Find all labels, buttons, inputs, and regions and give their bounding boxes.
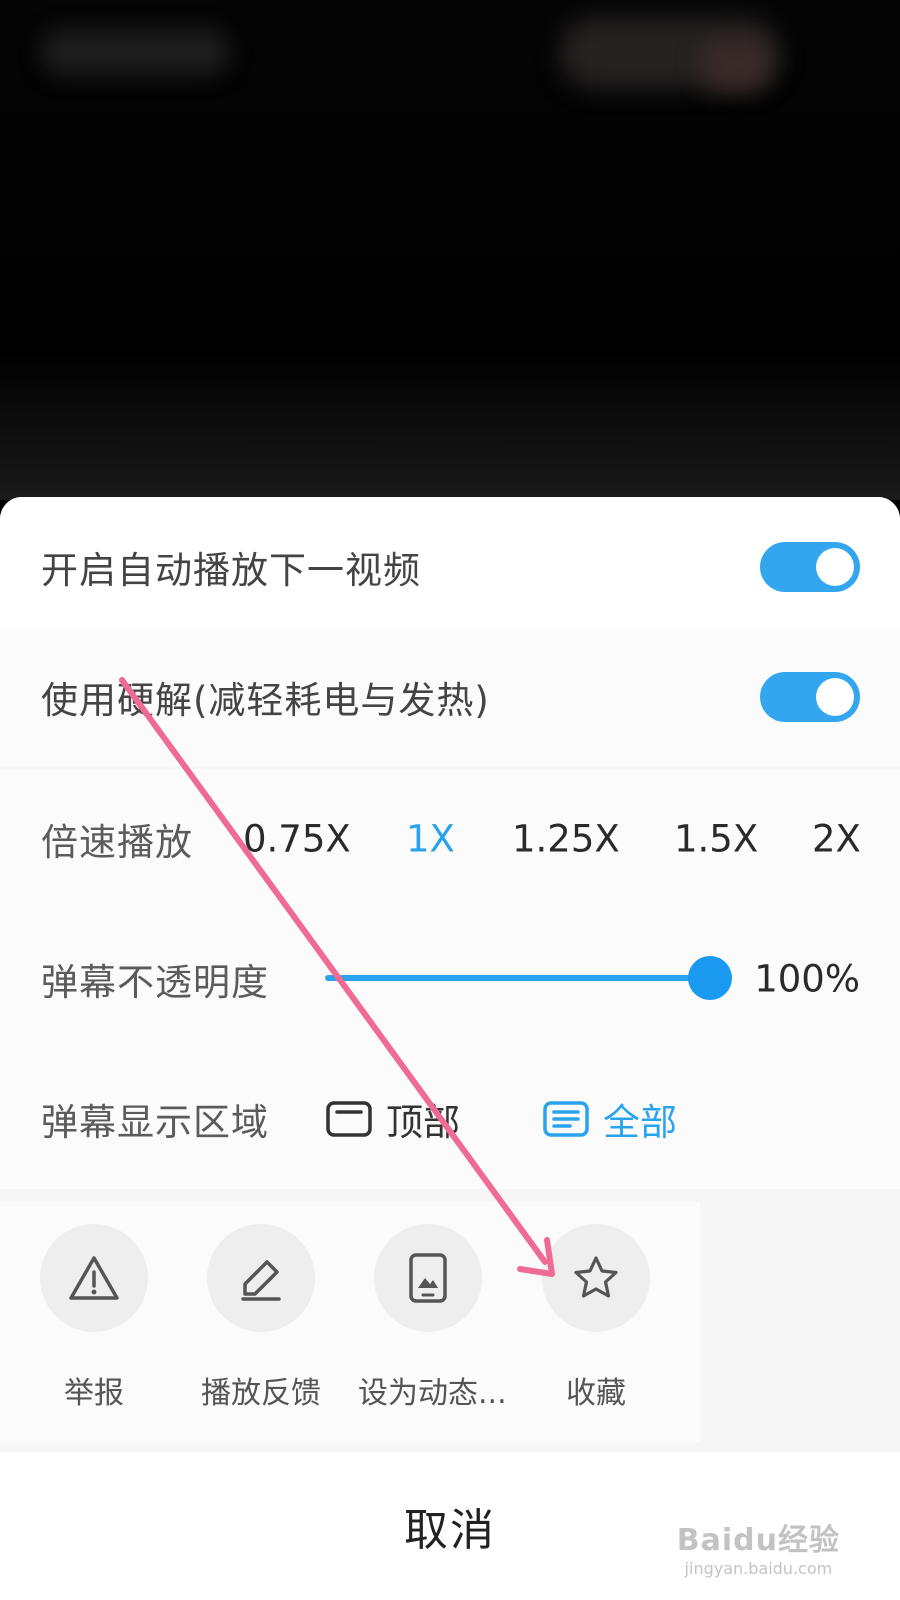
blurred-avatar: [700, 40, 770, 90]
watermark-sub: jingyan.baidu.com: [684, 1559, 833, 1578]
feedback-circle: [207, 1224, 315, 1332]
baidu-watermark: Baidu经验 jingyan.baidu.com: [677, 1515, 840, 1578]
favorite-circle: [542, 1224, 650, 1332]
wallpaper-circle: [374, 1224, 482, 1332]
settings-sheet: 开启自动播放下一视频 使用硬解(减轻耗电与发热) 倍速播放 0.75X 1X 1…: [0, 497, 900, 1600]
danmaku-area-label: 弹幕显示区域: [41, 1101, 269, 1144]
area-option-all[interactable]: 全部: [543, 1092, 677, 1146]
speed-option-1.5x[interactable]: 1.5X: [674, 818, 758, 861]
report-circle: [40, 1224, 148, 1332]
danmaku-opacity-label: 弹幕不透明度: [41, 961, 269, 1004]
area-option-top-label: 顶部: [386, 1101, 460, 1144]
feedback-label: 播放反馈: [201, 1376, 321, 1411]
hw-decode-row: 使用硬解(减轻耗电与发热): [0, 627, 900, 767]
area-option-top[interactable]: 顶部: [326, 1092, 460, 1146]
playback-feedback-button[interactable]: 播放反馈: [191, 1224, 331, 1412]
top-area-icon: [326, 1101, 372, 1137]
report-button[interactable]: 举报: [24, 1224, 164, 1412]
star-icon: [574, 1256, 618, 1298]
danmaku-opacity-row: 弹幕不透明度 100%: [0, 909, 900, 1049]
phone-wallpaper-icon: [409, 1253, 447, 1303]
toggle-knob: [816, 678, 854, 716]
speed-option-1.25x[interactable]: 1.25X: [512, 818, 620, 861]
toggle-knob: [816, 548, 854, 586]
watermark-main: Baidu经验: [676, 1523, 840, 1558]
set-live-wallpaper-button[interactable]: 设为动态...: [358, 1224, 507, 1412]
report-label: 举报: [64, 1376, 124, 1411]
danmaku-area-row: 弹幕显示区域 顶部 全部: [0, 1049, 900, 1189]
speed-label: 倍速播放: [41, 821, 193, 864]
speed-option-0.75x[interactable]: 0.75X: [243, 818, 351, 861]
autoplay-label: 开启自动播放下一视频: [41, 549, 421, 592]
speed-option-2x[interactable]: 2X: [812, 818, 861, 861]
speed-option-1x[interactable]: 1X: [406, 818, 455, 861]
autoplay-toggle[interactable]: [760, 542, 860, 592]
full-area-icon: [543, 1101, 589, 1137]
favorite-label: 收藏: [566, 1376, 626, 1411]
warning-triangle-icon: [69, 1256, 119, 1300]
opacity-value: 100%: [754, 957, 860, 1001]
opacity-slider-track[interactable]: [325, 975, 710, 981]
opacity-slider-thumb[interactable]: [688, 956, 732, 1000]
action-grid: 举报 播放反馈 设为动态... 收藏: [0, 1202, 700, 1442]
hw-decode-toggle[interactable]: [760, 672, 860, 722]
wallpaper-label: 设为动态...: [358, 1376, 507, 1411]
video-player-area[interactable]: [0, 0, 900, 500]
area-option-all-label: 全部: [603, 1101, 677, 1144]
speed-row: 倍速播放 0.75X 1X 1.25X 1.5X 2X: [0, 769, 900, 909]
favorite-button[interactable]: 收藏: [526, 1224, 666, 1412]
autoplay-row: 开启自动播放下一视频: [0, 497, 900, 637]
blurred-title: [40, 28, 230, 76]
hw-decode-label: 使用硬解(减轻耗电与发热): [41, 679, 490, 722]
pencil-icon: [241, 1260, 281, 1301]
